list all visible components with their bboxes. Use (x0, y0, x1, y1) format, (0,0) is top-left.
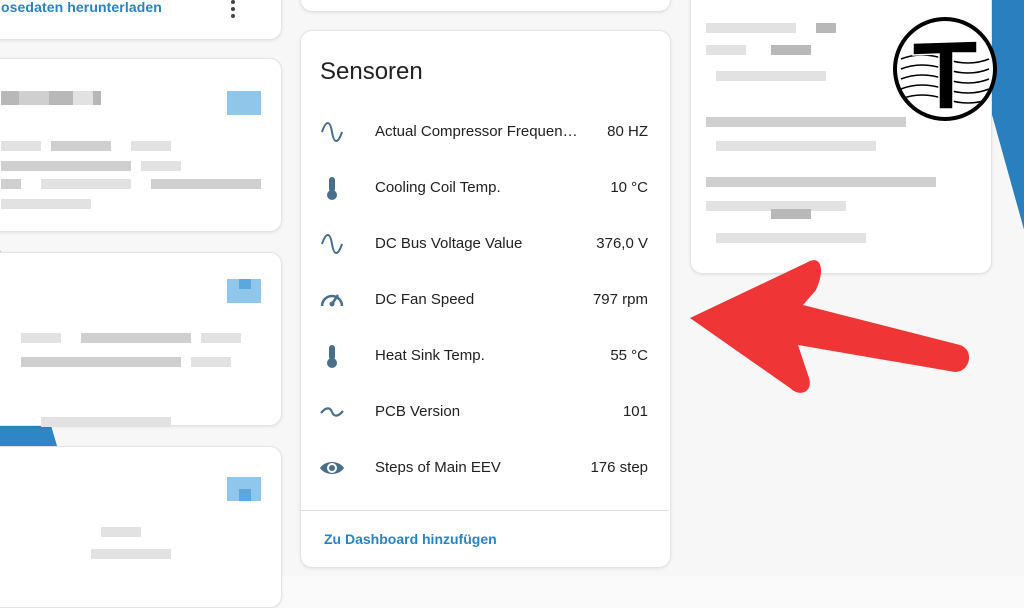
red-arrow-annotation (690, 260, 970, 393)
channel-logo (893, 17, 997, 121)
